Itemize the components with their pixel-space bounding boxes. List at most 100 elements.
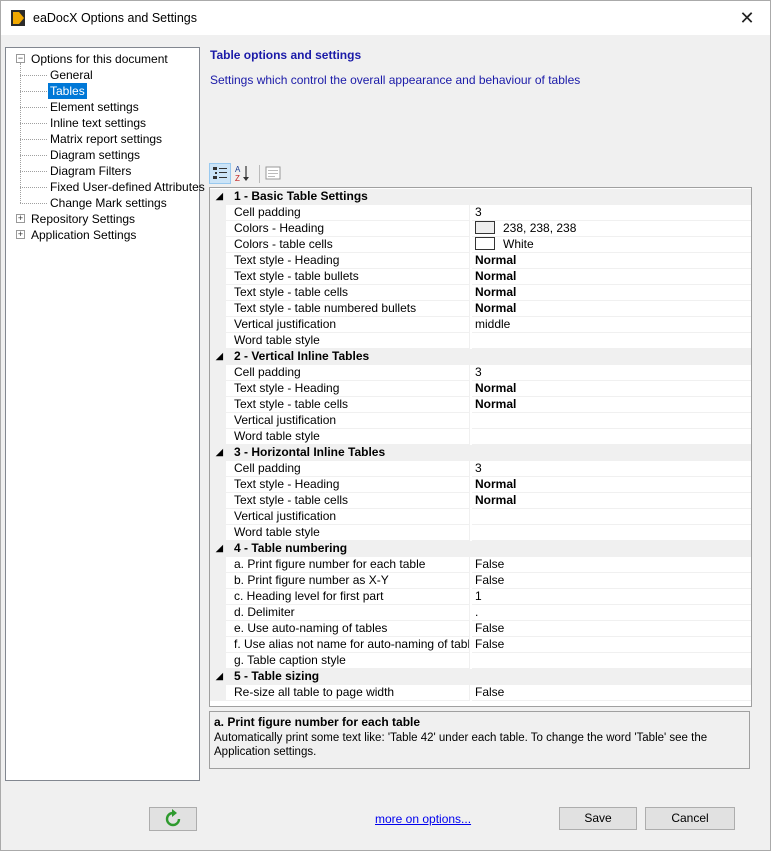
property-name[interactable]: Colors - Heading [226,221,470,237]
property-row[interactable]: Word table style [210,525,751,541]
tree-item-element-settings[interactable]: Element settings [6,99,196,115]
property-name[interactable]: Cell padding [226,205,470,221]
property-name[interactable]: Text style - table bullets [226,269,470,285]
property-row[interactable]: Text style - table cells Normal [210,285,751,301]
property-row[interactable]: Cell padding 3 [210,205,751,221]
property-row[interactable]: b. Print figure number as X-Y False [210,573,751,589]
property-row[interactable]: Text style - table cells Normal [210,493,751,509]
property-name[interactable]: a. Print figure number for each table [226,557,470,573]
tree-item-diagram-settings[interactable]: Diagram settings [6,147,196,163]
close-icon[interactable]: ✕ [724,1,770,35]
alphabetical-button[interactable]: A Z [233,163,255,184]
property-value[interactable]: 3 [472,365,751,381]
property-row[interactable]: e. Use auto-naming of tables False [210,621,751,637]
grid-category[interactable]: ◢ 1 - Basic Table Settings [210,189,751,205]
property-name[interactable]: Text style - table cells [226,493,470,509]
property-row[interactable]: Text style - Heading Normal [210,381,751,397]
tree-item-general[interactable]: General [6,67,196,83]
property-value[interactable]: middle [472,317,751,333]
property-row[interactable]: f. Use alias not name for auto-naming of… [210,637,751,653]
property-row[interactable]: Colors - Heading 238, 238, 238 [210,221,751,237]
tree-item-fixed-user-defined-attributes[interactable]: Fixed User-defined Attributes [6,179,205,195]
property-row[interactable]: Re-size all table to page width False [210,685,751,701]
property-value[interactable] [472,525,751,541]
property-name[interactable]: Text style - table numbered bullets [226,301,470,317]
property-name[interactable]: e. Use auto-naming of tables [226,621,470,637]
property-value[interactable]: False [472,637,751,653]
property-row[interactable]: c. Heading level for first part 1 [210,589,751,605]
property-row[interactable]: Colors - table cells White [210,237,751,253]
property-name[interactable]: c. Heading level for first part [226,589,470,605]
property-value[interactable]: Normal [472,285,751,301]
cancel-button[interactable]: Cancel [645,807,735,830]
property-name[interactable]: f. Use alias not name for auto-naming of… [226,637,470,653]
property-value[interactable]: White [472,237,751,253]
tree-item-matrix-report-settings[interactable]: Matrix report settings [6,131,196,147]
property-value[interactable] [472,509,751,525]
property-value[interactable]: Normal [472,269,751,285]
refresh-button[interactable] [149,807,197,831]
property-name[interactable]: Word table style [226,429,470,445]
property-name[interactable]: Word table style [226,333,470,349]
property-name[interactable]: Re-size all table to page width [226,685,470,701]
property-name[interactable]: Text style - table cells [226,285,470,301]
grid-category[interactable]: ◢ 3 - Horizontal Inline Tables [210,445,751,461]
property-name[interactable]: g. Table caption style [226,653,470,669]
expand-icon[interactable]: + [16,214,25,223]
property-name[interactable]: Vertical justification [226,317,470,333]
collapse-category-icon[interactable]: ◢ [216,669,223,684]
property-value[interactable]: Normal [472,301,751,317]
property-value[interactable] [472,429,751,445]
property-row[interactable]: Cell padding 3 [210,461,751,477]
collapse-category-icon[interactable]: ◢ [216,189,223,204]
property-row[interactable]: Text style - table cells Normal [210,397,751,413]
property-value[interactable] [472,653,751,669]
tree-item-change-mark-settings[interactable]: Change Mark settings [6,195,196,211]
options-tree[interactable]: − Options for this document General Tables E… [5,47,205,781]
grid-category[interactable]: ◢ 5 - Table sizing [210,669,751,685]
property-row[interactable]: Word table style [210,429,751,445]
tree-item-options-for-this-document[interactable]: − Options for this document [6,51,196,67]
property-value[interactable]: False [472,621,751,637]
categorized-button[interactable] [209,163,231,184]
property-row[interactable]: g. Table caption style [210,653,751,669]
property-name[interactable]: Text style - Heading [226,253,470,269]
collapse-category-icon[interactable]: ◢ [216,349,223,364]
tree-item-diagram-filters[interactable]: Diagram Filters [6,163,196,179]
property-name[interactable]: d. Delimiter [226,605,470,621]
tree-item-inline-text-settings[interactable]: Inline text settings [6,115,196,131]
property-value[interactable]: 238, 238, 238 [472,221,751,237]
property-name[interactable]: Vertical justification [226,509,470,525]
property-row[interactable]: d. Delimiter. [210,605,751,621]
collapse-category-icon[interactable]: ◢ [216,541,223,556]
property-value[interactable]: Normal [472,493,751,509]
expand-icon[interactable]: + [16,230,25,239]
property-name[interactable]: Vertical justification [226,413,470,429]
property-value[interactable]: 3 [472,205,751,221]
save-button[interactable]: Save [559,807,637,830]
property-value[interactable]: 3 [472,461,751,477]
more-on-options-link[interactable]: more on options... [375,812,471,826]
collapse-icon[interactable]: − [16,54,25,63]
property-value[interactable]: Normal [472,253,751,269]
property-value[interactable]: Normal [472,397,751,413]
property-row[interactable]: Text style - Heading Normal [210,253,751,269]
property-name[interactable]: Text style - Heading [226,477,470,493]
property-value[interactable]: . [472,605,751,621]
property-name[interactable]: Cell padding [226,461,470,477]
property-pages-button[interactable] [263,163,285,184]
tree-item-application-settings[interactable]: + Application Settings [6,227,196,243]
property-value[interactable]: False [472,557,751,573]
property-name[interactable]: Colors - table cells [226,237,470,253]
property-value[interactable]: Normal [472,477,751,493]
property-name[interactable]: b. Print figure number as X-Y [226,573,470,589]
property-value[interactable] [472,413,751,429]
property-row[interactable]: Vertical justification middle [210,317,751,333]
property-name[interactable]: Word table style [226,525,470,541]
property-value[interactable]: 1 [472,589,751,605]
property-grid[interactable]: ◢ 1 - Basic Table Settings Cell padding 3 Co… [209,187,752,707]
grid-category[interactable]: ◢ 2 - Vertical Inline Tables [210,349,751,365]
property-row[interactable]: Cell padding 3 [210,365,751,381]
property-name[interactable]: Text style - table cells [226,397,470,413]
property-row[interactable]: Text style - Heading Normal [210,477,751,493]
